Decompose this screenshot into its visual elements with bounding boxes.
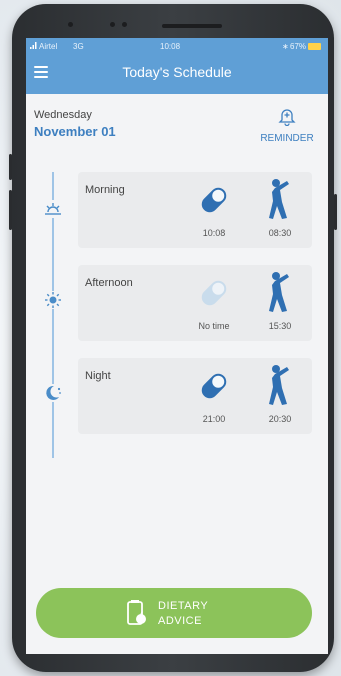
sunrise-icon bbox=[44, 200, 62, 218]
date-full: November 01 bbox=[34, 124, 116, 139]
reminder-button[interactable]: REMINDER bbox=[252, 106, 322, 144]
moon-stars-icon bbox=[44, 384, 62, 402]
medication-time: No time bbox=[198, 321, 230, 331]
exercise-person-icon bbox=[269, 365, 289, 405]
sensor-dot bbox=[110, 22, 115, 27]
earpiece-speaker bbox=[162, 24, 222, 28]
apple-jar-icon bbox=[127, 600, 146, 625]
network-type: 3G bbox=[73, 42, 84, 51]
cta-label-line1: DIETARY bbox=[158, 600, 209, 612]
sun-icon bbox=[44, 291, 62, 309]
battery-percent: 67% bbox=[290, 42, 307, 51]
app-bar: Airtel 3G 10:08 ∗ 67% Today's Schedule bbox=[26, 38, 328, 94]
volume-down-button bbox=[9, 190, 12, 230]
exercise-person-icon bbox=[269, 179, 289, 219]
dietary-advice-button[interactable]: DIETARY ADVICE bbox=[36, 588, 312, 638]
schedule-card-morning[interactable]: Morning 10:08 08:30 bbox=[78, 172, 312, 248]
power-button bbox=[334, 194, 337, 230]
date-weekday: Wednesday bbox=[34, 109, 92, 121]
volume-up-button bbox=[9, 154, 12, 180]
bluetooth-icon: ∗ bbox=[282, 42, 289, 51]
exercise-person-icon bbox=[269, 272, 289, 312]
page-title: Today's Schedule bbox=[122, 64, 232, 80]
medication-item[interactable]: 10:08 bbox=[192, 178, 236, 242]
bell-plus-icon bbox=[278, 109, 296, 127]
medication-time: 10:08 bbox=[202, 228, 226, 238]
cta-label-line2: ADVICE bbox=[158, 615, 202, 627]
battery-icon bbox=[308, 43, 321, 50]
app-screen: Airtel 3G 10:08 ∗ 67% Today's Schedule W… bbox=[26, 38, 328, 654]
status-bar: Airtel 3G 10:08 ∗ 67% bbox=[26, 38, 328, 56]
pill-icon bbox=[201, 187, 227, 213]
pill-icon bbox=[201, 280, 227, 306]
exercise-item[interactable]: 08:30 bbox=[258, 178, 302, 242]
exercise-time: 20:30 bbox=[268, 414, 292, 424]
card-title: Night bbox=[85, 370, 111, 382]
sensor-dot bbox=[68, 22, 73, 27]
exercise-time: 08:30 bbox=[268, 228, 292, 238]
signal-icon bbox=[30, 42, 38, 51]
card-title: Morning bbox=[85, 184, 125, 196]
exercise-item[interactable]: 15:30 bbox=[258, 271, 302, 335]
camera-dot bbox=[122, 22, 127, 27]
card-title: Afternoon bbox=[85, 277, 133, 289]
exercise-item[interactable]: 20:30 bbox=[258, 364, 302, 428]
schedule-card-night[interactable]: Night 21:00 20:30 bbox=[78, 358, 312, 434]
schedule-card-afternoon[interactable]: Afternoon No time 15:30 bbox=[78, 265, 312, 341]
carrier-name: Airtel bbox=[39, 42, 58, 51]
medication-time: 21:00 bbox=[202, 414, 226, 424]
medication-item[interactable]: 21:00 bbox=[192, 364, 236, 428]
exercise-time: 15:30 bbox=[268, 321, 292, 331]
medication-item[interactable]: No time bbox=[192, 271, 236, 335]
pill-icon bbox=[201, 373, 227, 399]
status-time: 10:08 bbox=[160, 42, 181, 51]
reminder-label: REMINDER bbox=[260, 133, 314, 144]
